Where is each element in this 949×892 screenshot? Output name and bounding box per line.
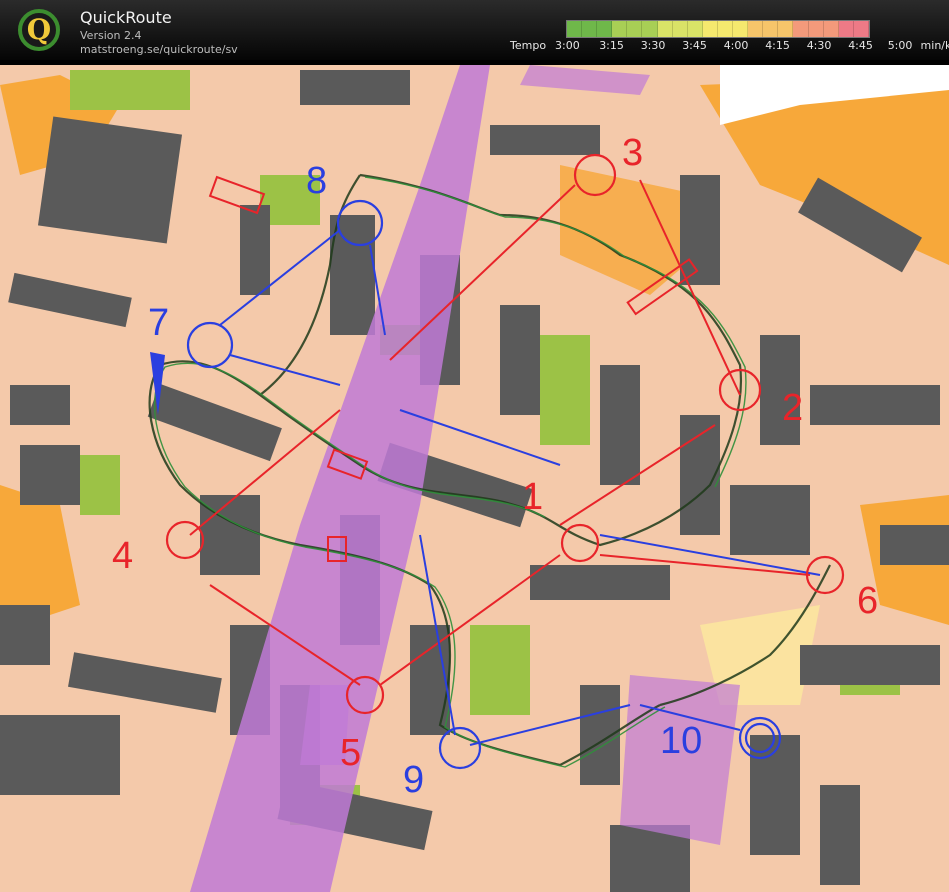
app-header: Q QuickRoute Version 2.4 matstroeng.se/q…	[0, 0, 949, 60]
tempo-label: Tempo	[510, 39, 547, 52]
tempo-tick: 4:45	[848, 39, 873, 52]
tempo-scale-segment	[612, 21, 628, 37]
tempo-tick: 3:00	[555, 39, 580, 52]
map-canvas[interactable]: 1 2 3 4 5 6 7 8 9 10	[0, 65, 949, 892]
tempo-scale-segment	[748, 21, 764, 37]
tempo-scale-segment	[687, 21, 703, 37]
tempo-unit: min/km	[920, 39, 949, 52]
tempo-scale-segment	[597, 21, 613, 37]
tempo-tick: 3:15	[599, 39, 624, 52]
control-number-9: 9	[403, 759, 424, 801]
app-version: Version 2.4	[80, 29, 142, 42]
tempo-scale-segment	[717, 21, 734, 37]
control-number-7: 7	[148, 302, 169, 344]
tempo-scale-segment	[672, 21, 688, 37]
tempo-scale-segment	[657, 21, 673, 37]
tempo-scale-segment	[733, 21, 749, 37]
tempo-tick: 3:45	[682, 39, 707, 52]
tempo-tick: 3:30	[640, 39, 666, 52]
quickroute-logo-icon: Q	[18, 9, 60, 51]
control-number-5: 5	[340, 732, 361, 774]
control-number-3: 3	[622, 132, 643, 174]
tempo-tick: 5:00	[887, 39, 913, 52]
control-number-10: 10	[660, 720, 702, 762]
tempo-scale-segment	[763, 21, 779, 37]
control-number-4: 4	[112, 535, 133, 577]
control-number-6: 6	[857, 580, 878, 622]
tempo-scale-segment	[793, 21, 809, 37]
tempo-scale-segment	[808, 21, 824, 37]
control-number-2: 2	[782, 387, 803, 429]
tempo-tick: 4:30	[806, 39, 832, 52]
tempo-color-scale	[566, 20, 870, 38]
tempo-scale-segment	[567, 21, 583, 37]
tempo-scale-labels: Tempo 3:00 3:15 3:30 3:45 4:00 4:15 4:30…	[510, 39, 949, 52]
tempo-scale-segment	[702, 21, 718, 37]
svg-text:Q: Q	[27, 13, 51, 46]
tempo-scale-segment	[853, 21, 869, 37]
control-number-1: 1	[522, 476, 543, 518]
tempo-scale-segment	[582, 21, 598, 37]
app-title: QuickRoute	[80, 8, 172, 27]
app-url[interactable]: matstroeng.se/quickroute/sv	[80, 43, 238, 56]
tempo-tick: 4:15	[765, 39, 790, 52]
tempo-scale-segment	[838, 21, 854, 37]
tempo-scale-segment	[778, 21, 794, 37]
orienteering-map[interactable]: 1 2 3 4 5 6 7 8 9 10	[0, 65, 949, 892]
tempo-scale-segment	[642, 21, 658, 37]
tempo-scale-segment	[823, 21, 839, 37]
control-number-8: 8	[306, 160, 327, 202]
tempo-tick: 4:00	[723, 39, 749, 52]
tempo-scale-segment	[627, 21, 643, 37]
